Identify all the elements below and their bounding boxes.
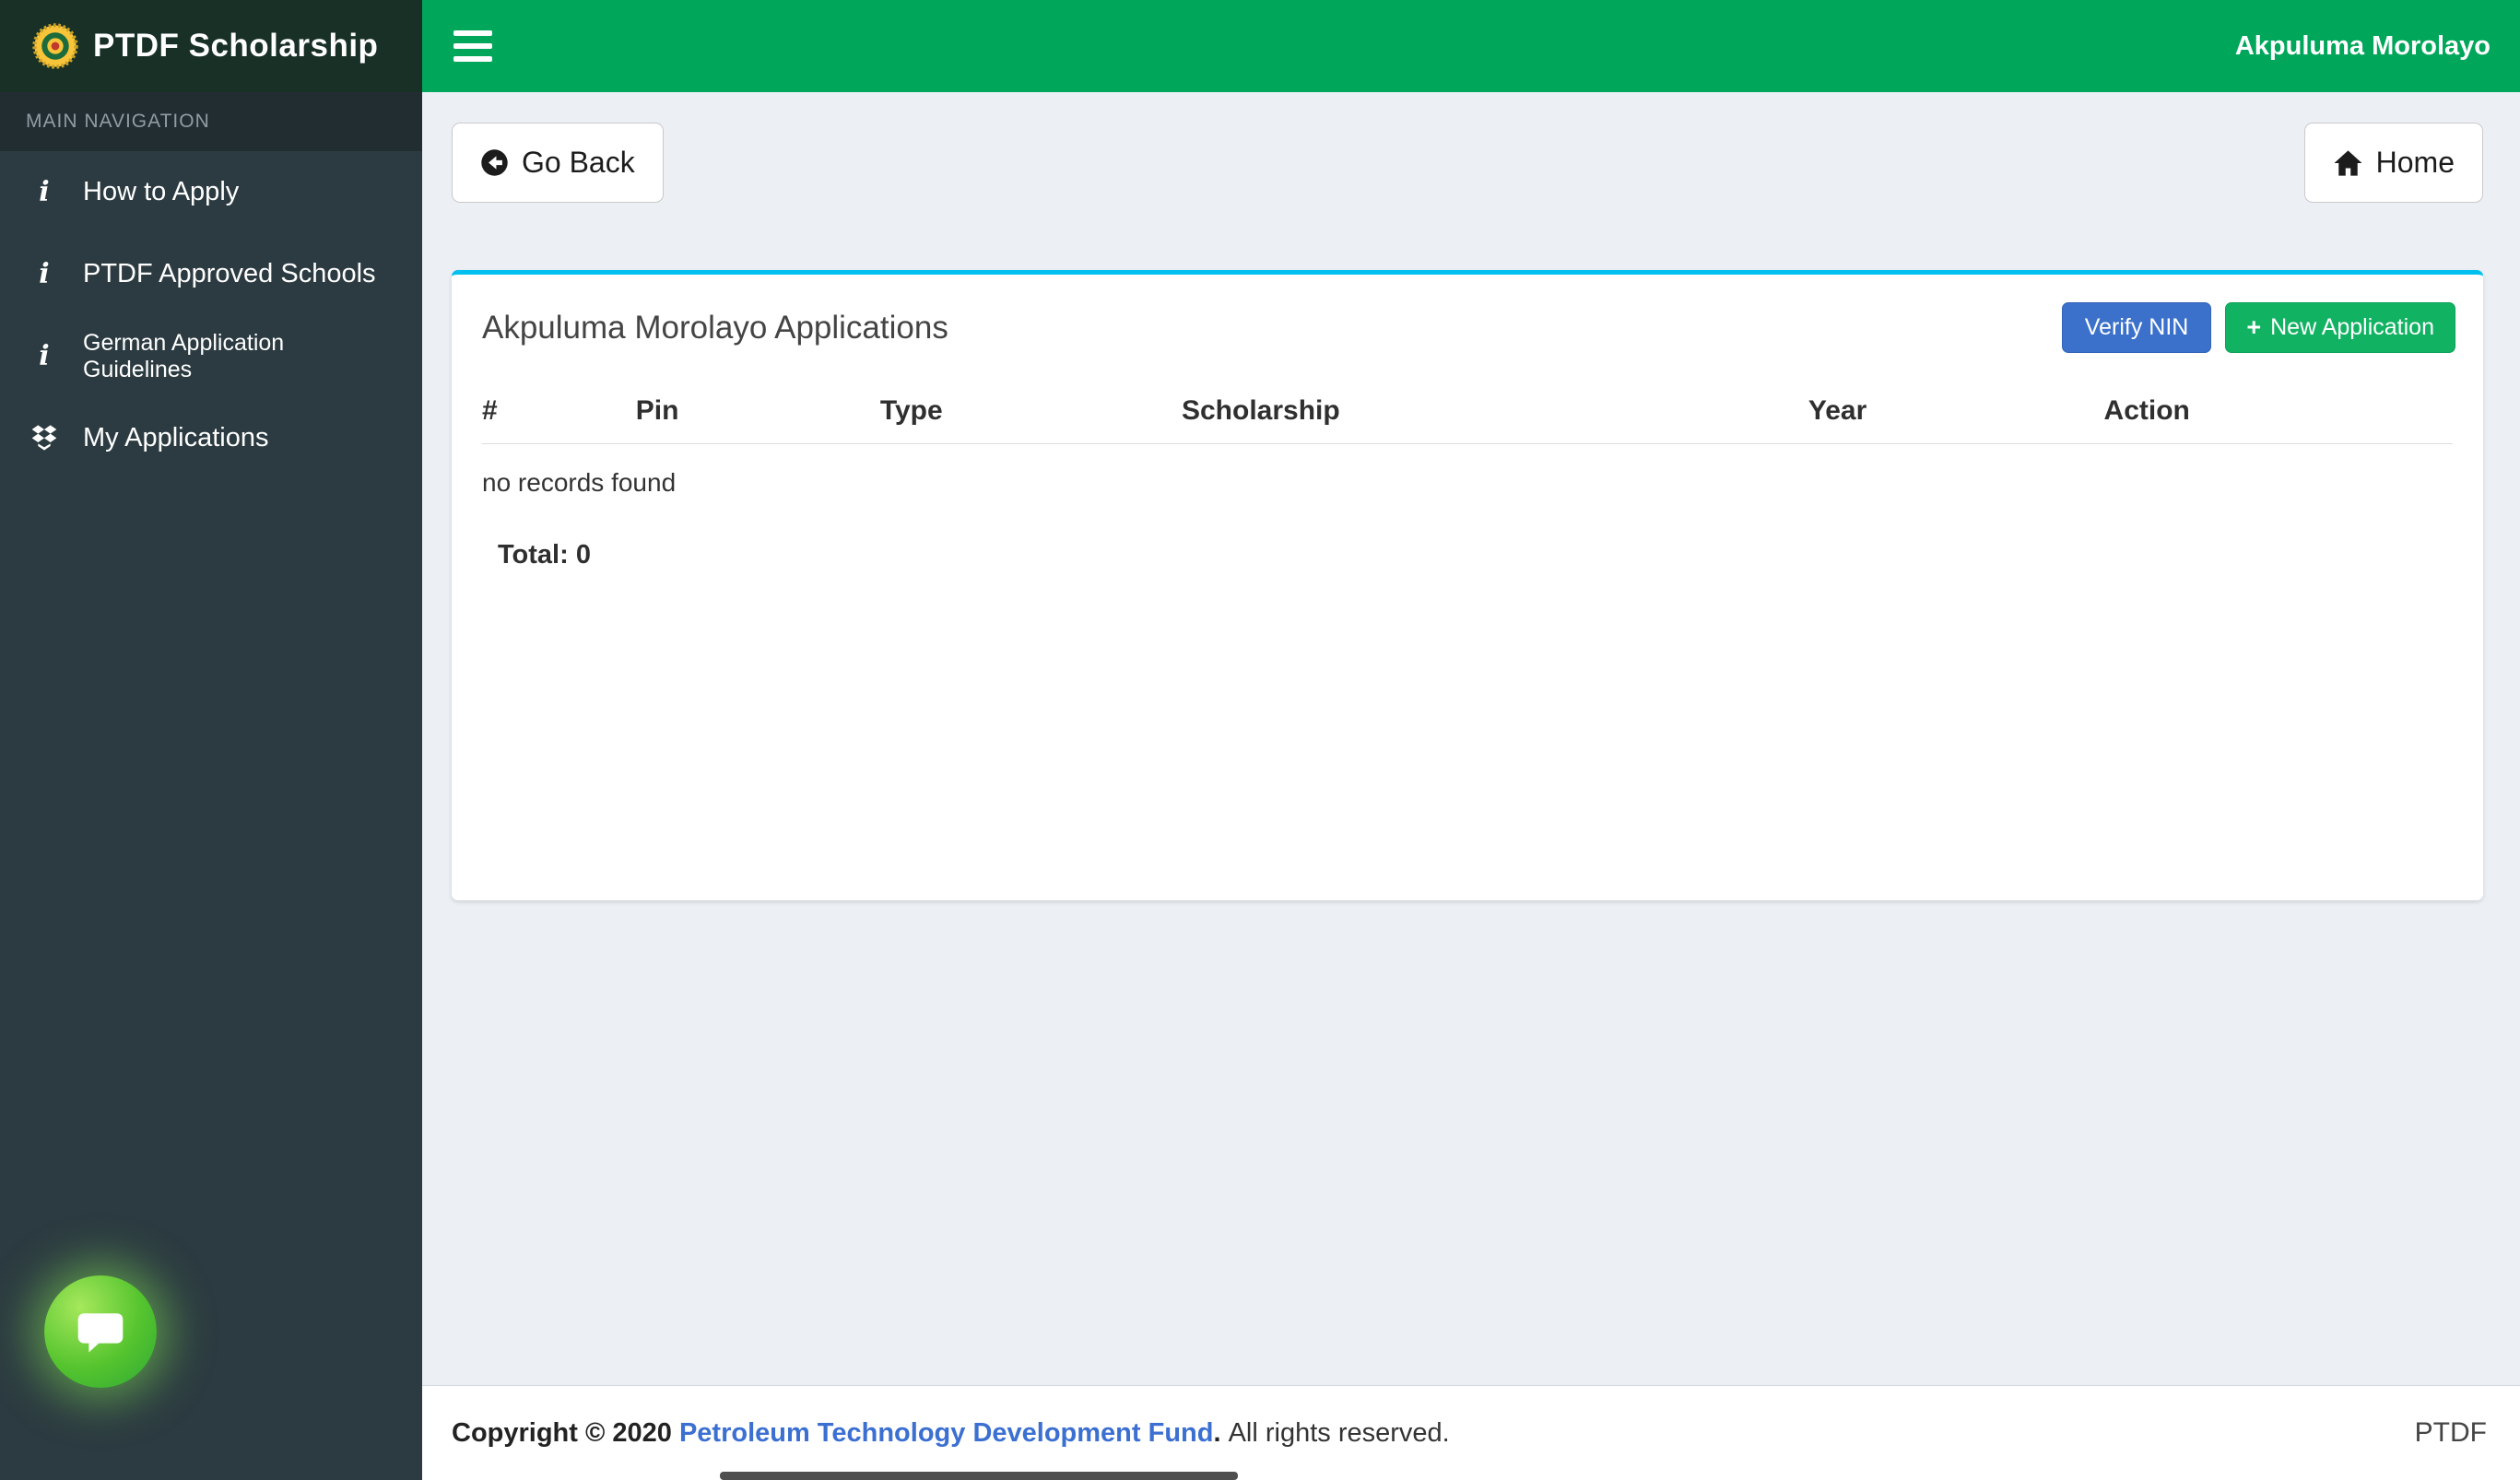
new-application-button[interactable]: + New Application	[2225, 302, 2455, 353]
go-back-button[interactable]: Go Back	[452, 123, 664, 203]
total-count: Total: 0	[498, 540, 591, 570]
verify-nin-button[interactable]: Verify NIN	[2061, 302, 2212, 353]
copyright-dot: .	[1213, 1417, 1221, 1448]
footer-brand: PTDF	[2414, 1417, 2487, 1448]
sidebar-item-ptdf-approved-schools[interactable]: i PTDF Approved Schools	[0, 233, 422, 315]
sidebar-item-my-applications[interactable]: My Applications	[0, 397, 422, 479]
column-header-type: Type	[879, 368, 1182, 444]
go-back-label: Go Back	[522, 146, 635, 179]
top-navbar: Akpuluma Morolayo	[422, 0, 2520, 92]
top-header: PTDF Scholarship Akpuluma Morolayo	[0, 0, 2520, 92]
table-header-row: # Pin Type Scholarship Year Action	[482, 368, 2453, 444]
ptdf-seal-icon	[32, 23, 78, 69]
footer: Copyright © 2020 Petroleum Technology Dev…	[422, 1385, 2520, 1480]
sidebar-item-label: German Application Guidelines	[83, 329, 285, 382]
info-icon: i	[39, 176, 50, 208]
empty-message: no records found	[482, 468, 677, 497]
sidebar-item-label: PTDF Approved Schools	[83, 259, 376, 288]
column-header-pin: Pin	[635, 368, 880, 444]
copyright: Copyright © 2020 Petroleum Technology Dev…	[452, 1418, 1450, 1449]
sidebar: MAIN NAVIGATION i How to Apply i PTDF Ap…	[0, 92, 422, 1480]
ptdf-link[interactable]: Petroleum Technology Development Fund	[679, 1418, 1214, 1448]
arrow-circle-left-icon	[481, 149, 508, 176]
empty-row: no records found	[482, 444, 2453, 499]
info-icon: i	[39, 258, 50, 290]
column-header-year: Year	[1808, 368, 2104, 444]
column-header-scholarship: Scholarship	[1181, 368, 1808, 444]
sidebar-item-label: My Applications	[83, 423, 269, 452]
home-button[interactable]: Home	[2303, 123, 2483, 203]
brand-title: PTDF Scholarship	[93, 28, 379, 64]
applications-panel: Akpuluma Morolayo Applications Verify NI…	[452, 270, 2483, 900]
column-header-action: Action	[2103, 368, 2453, 444]
horizontal-scrollbar-thumb[interactable]	[720, 1472, 1238, 1480]
sidebar-section-label: MAIN NAVIGATION	[0, 92, 422, 151]
chat-widget-button[interactable]	[44, 1275, 157, 1388]
copyright-text: Copyright © 2020	[452, 1417, 672, 1448]
plus-icon: +	[2246, 313, 2262, 341]
box-icon	[26, 424, 63, 452]
column-header-index: #	[482, 368, 636, 444]
sidebar-item-label: How to Apply	[83, 177, 240, 206]
sidebar-item-german-application-guidelines[interactable]: i German Application Guidelines	[0, 315, 422, 397]
home-label: Home	[2375, 146, 2455, 179]
info-icon: i	[39, 340, 50, 372]
content-area: Go Back Home Akpuluma Morolayo Applicati…	[422, 92, 2520, 1385]
sidebar-toggle-button[interactable]	[448, 21, 498, 71]
sidebar-item-how-to-apply[interactable]: i How to Apply	[0, 151, 422, 233]
panel-actions: Verify NIN + New Application	[2061, 302, 2455, 353]
panel-header: Akpuluma Morolayo Applications Verify NI…	[452, 275, 2483, 368]
rights-text: All rights reserved.	[1228, 1417, 1450, 1448]
chat-bubble-icon	[77, 1313, 124, 1353]
home-icon	[2334, 149, 2362, 176]
sidebar-menu: i How to Apply i PTDF Approved Schools i…	[0, 151, 422, 479]
toolbar: Go Back Home	[452, 123, 2483, 203]
user-menu[interactable]: Akpuluma Morolayo	[2235, 31, 2491, 62]
new-application-label: New Application	[2270, 314, 2434, 340]
brand-logo[interactable]: PTDF Scholarship	[0, 0, 422, 92]
panel-title: Akpuluma Morolayo Applications	[482, 309, 948, 346]
applications-table: # Pin Type Scholarship Year Action no re…	[482, 368, 2453, 498]
